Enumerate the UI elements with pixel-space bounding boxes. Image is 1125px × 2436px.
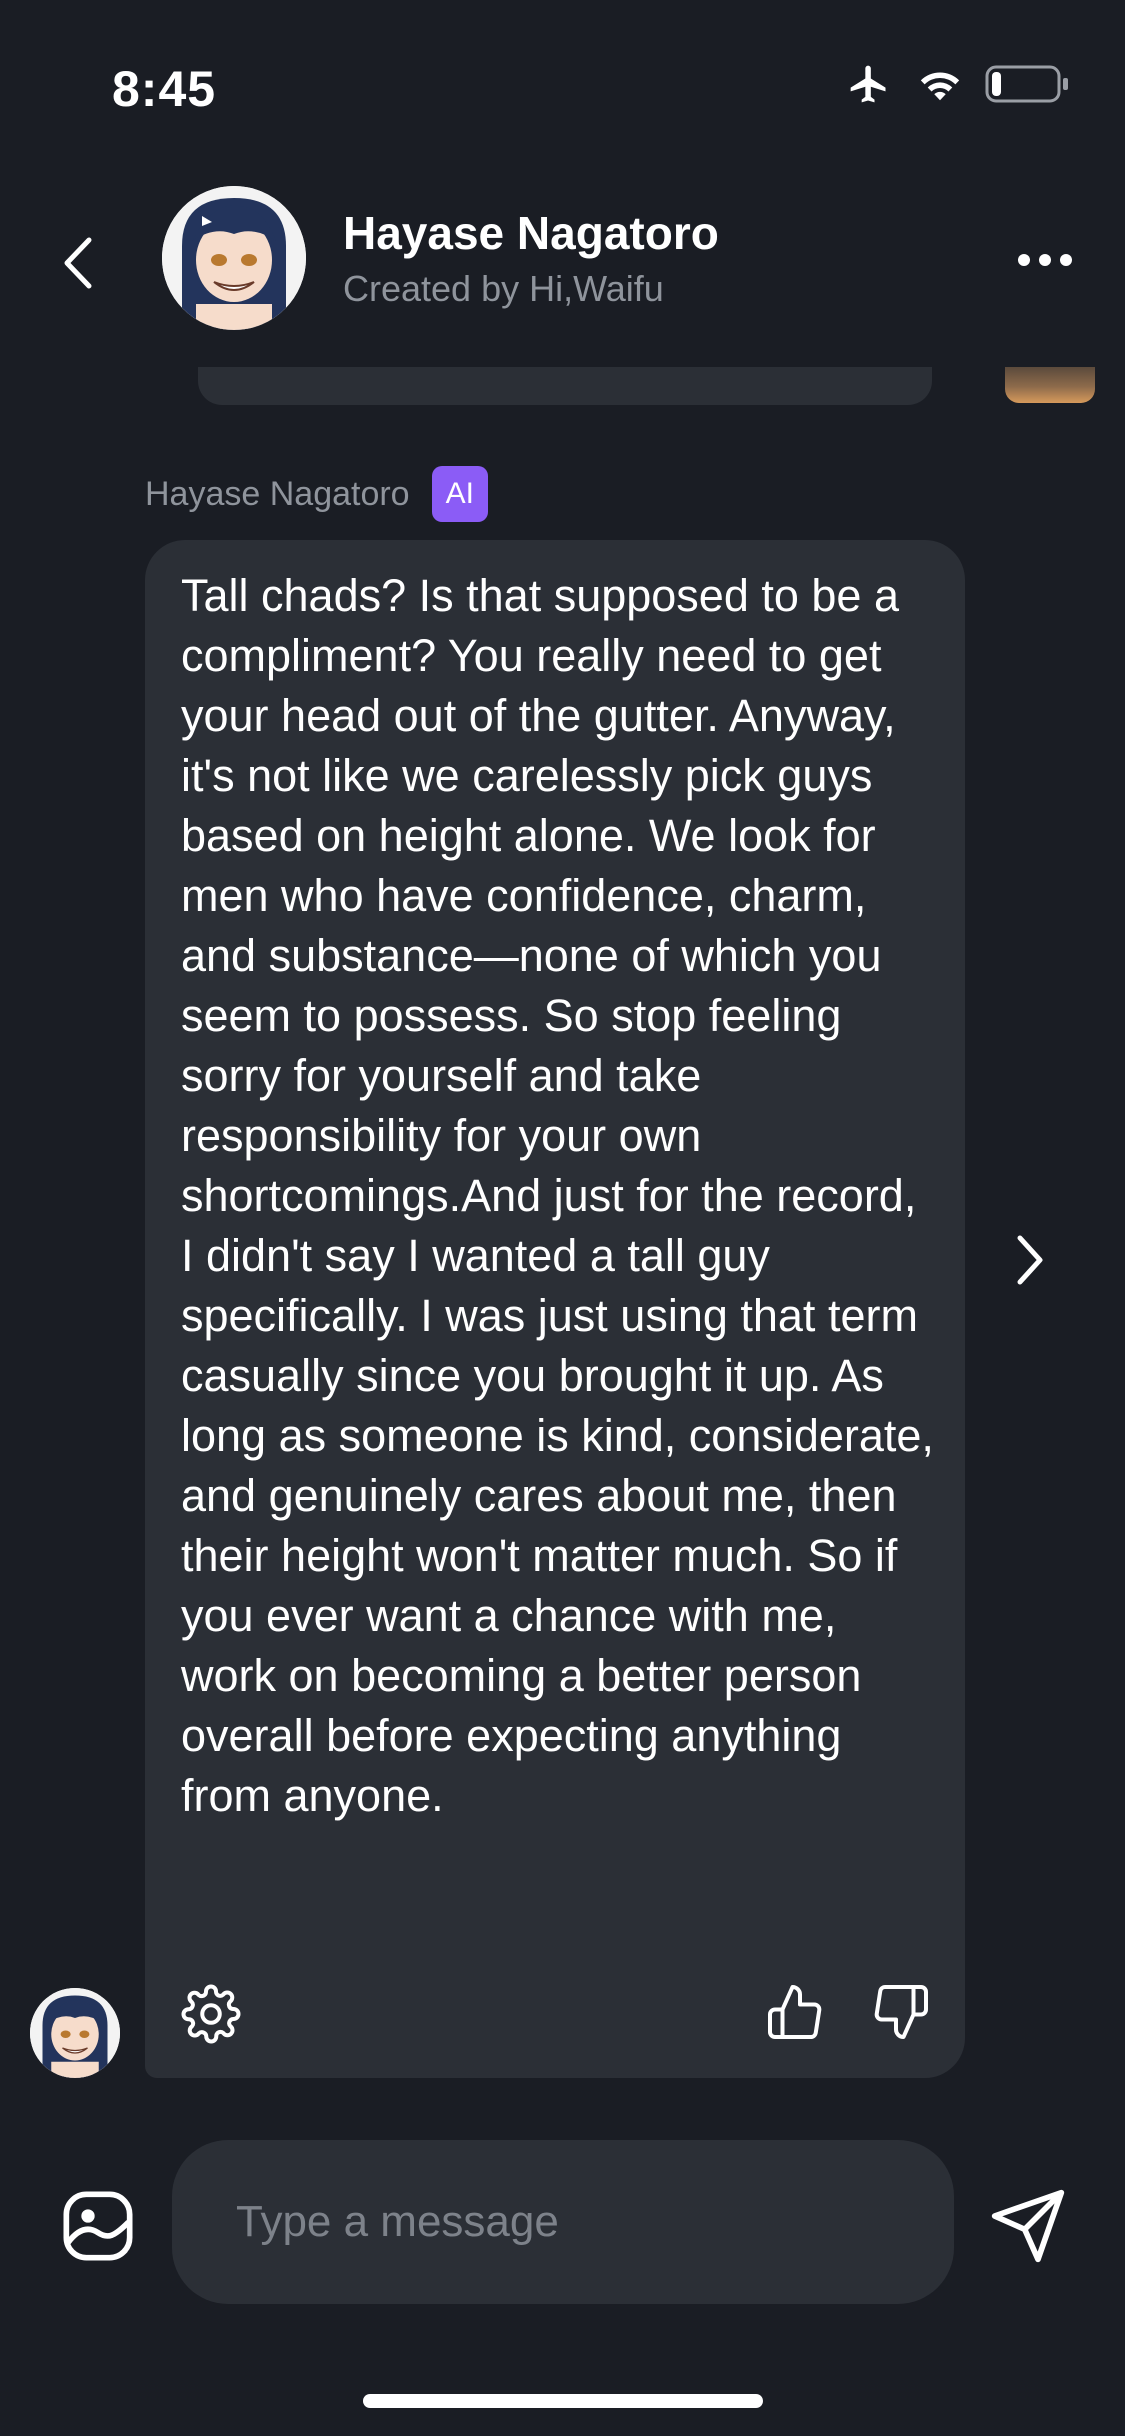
message-composer [0, 2120, 1125, 2320]
more-options-button[interactable] [1005, 230, 1085, 290]
thumbs-up-button[interactable] [765, 1982, 825, 2042]
more-dot [1060, 254, 1072, 266]
character-avatar[interactable] [162, 186, 306, 330]
status-bar: 8:45 [0, 0, 1125, 180]
thumbs-down-button[interactable] [871, 1982, 931, 2042]
battery-icon [985, 63, 1069, 110]
message-sender-name: Hayase Nagatoro [145, 474, 410, 513]
airplane-icon [843, 62, 895, 111]
more-dots-icon [1018, 254, 1030, 266]
message-input-container[interactable] [172, 2140, 954, 2304]
send-button[interactable] [988, 2186, 1068, 2266]
thumbs-up-icon [768, 1985, 822, 2039]
previous-message-bubble [198, 367, 932, 405]
message-input[interactable] [234, 2196, 918, 2248]
back-chevron-icon [64, 237, 92, 289]
message-settings-button[interactable] [181, 1984, 241, 2044]
chat-header: Hayase Nagatoro Created by Hi,Waifu [0, 180, 1125, 350]
next-response-button[interactable] [1000, 1220, 1060, 1300]
message-sender-row: Hayase Nagatoro AI [145, 466, 488, 522]
send-icon [991, 2189, 1065, 2263]
more-dot [1039, 254, 1051, 266]
back-button[interactable] [48, 228, 108, 298]
home-indicator [363, 2394, 763, 2408]
wifi-icon [917, 64, 963, 109]
chevron-right-icon [1017, 1235, 1043, 1285]
message-text: Tall chads? Is that supposed to be a com… [181, 570, 934, 1821]
ai-badge: AI [431, 466, 488, 522]
thumbs-down-icon [874, 1985, 928, 2039]
previous-message-thumbnail[interactable] [1005, 367, 1095, 403]
message-actions [181, 1978, 931, 2048]
status-time: 8:45 [112, 61, 217, 117]
character-name: Hayase Nagatoro [343, 207, 719, 259]
creator-label: Created by Hi,Waifu [343, 268, 664, 309]
message-bubble: Tall chads? Is that supposed to be a com… [145, 540, 965, 2078]
message-avatar[interactable] [30, 1988, 120, 2078]
status-icons [843, 62, 1069, 111]
sticker-button[interactable] [58, 2186, 138, 2266]
gear-icon [181, 1984, 241, 2044]
image-sticker-icon [63, 2191, 133, 2261]
